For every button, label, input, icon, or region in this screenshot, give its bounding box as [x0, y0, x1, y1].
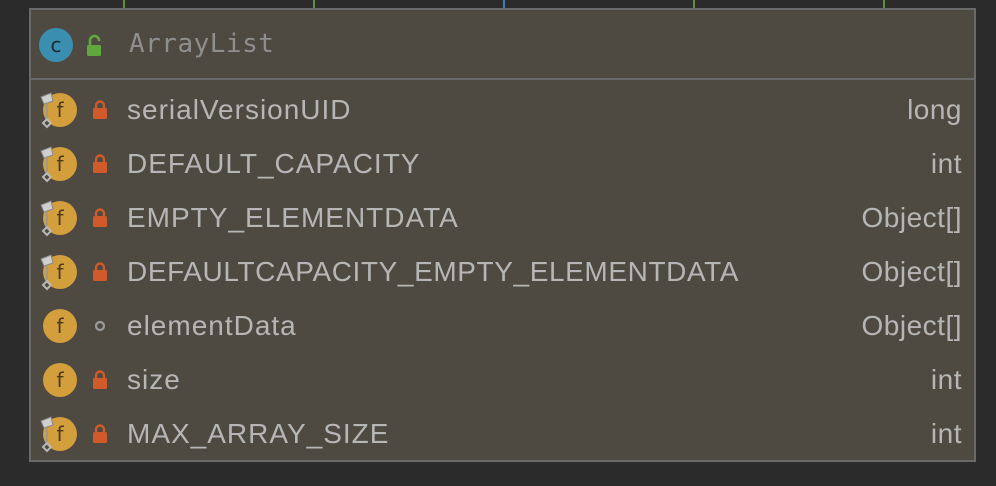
static-pin-icon — [40, 416, 54, 453]
field-row[interactable]: f elementData Object[] — [31, 299, 974, 353]
static-pin-icon — [40, 254, 54, 291]
class-icon: c — [39, 28, 73, 62]
field-icon: f — [43, 309, 77, 343]
field-type: long — [907, 94, 962, 125]
private-lock-icon — [93, 262, 107, 281]
private-lock-icon — [93, 100, 107, 119]
field-name: DEFAULTCAPACITY_EMPTY_ELEMENTDATA — [127, 256, 740, 287]
field-type: int — [930, 418, 962, 449]
field-type: Object[] — [861, 256, 962, 287]
static-pin-icon — [40, 146, 54, 183]
field-row[interactable]: f MAX_ARRAY_SIZE int — [31, 407, 974, 461]
field-name: EMPTY_ELEMENTDATA — [127, 202, 459, 233]
private-lock-icon — [93, 424, 107, 443]
static-pin-icon — [40, 92, 54, 129]
private-lock-icon — [93, 154, 107, 173]
field-name: elementData — [127, 310, 297, 341]
private-lock-icon — [93, 370, 107, 389]
field-name: size — [127, 364, 181, 395]
private-lock-icon — [93, 208, 107, 227]
field-type: Object[] — [861, 202, 962, 233]
field-row[interactable]: f size int — [31, 353, 974, 407]
public-unlock-icon — [87, 34, 101, 56]
class-name: ArrayList — [129, 29, 275, 59]
field-row[interactable]: f serialVersionUID long — [31, 83, 974, 137]
field-name: serialVersionUID — [127, 94, 352, 125]
field-name: MAX_ARRAY_SIZE — [127, 418, 390, 449]
package-private-dot-icon — [94, 320, 106, 332]
field-type: int — [930, 364, 962, 395]
static-pin-icon — [40, 200, 54, 237]
field-type: int — [930, 148, 962, 179]
field-row[interactable]: f EMPTY_ELEMENTDATA Object[] — [31, 191, 974, 245]
field-row[interactable]: f DEFAULT_CAPACITY int — [31, 137, 974, 191]
field-name: DEFAULT_CAPACITY — [127, 148, 421, 179]
class-node[interactable]: c ArrayList f serialVersionUID long f DE… — [29, 8, 976, 462]
class-header[interactable]: c ArrayList — [31, 10, 974, 80]
field-type: Object[] — [861, 310, 962, 341]
field-row[interactable]: f DEFAULTCAPACITY_EMPTY_ELEMENTDATA Obje… — [31, 245, 974, 299]
field-icon: f — [43, 363, 77, 397]
